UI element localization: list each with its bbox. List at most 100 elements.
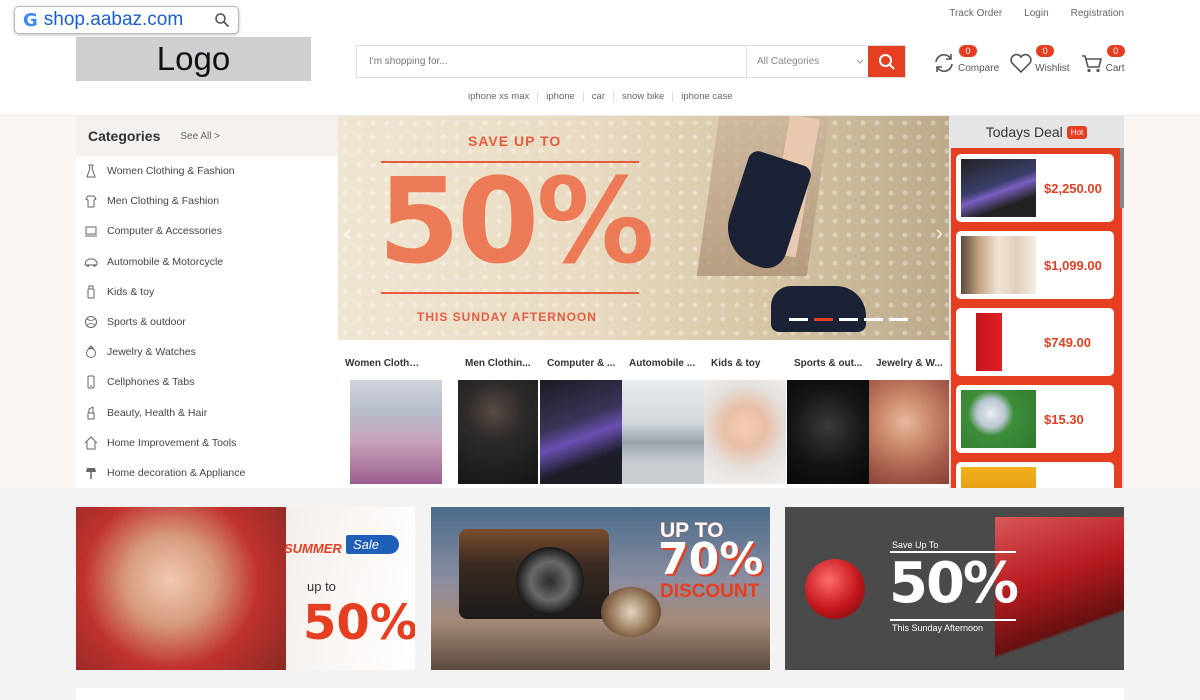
see-all-link[interactable]: See All > [180, 131, 220, 142]
registration-link[interactable]: Registration [1071, 8, 1124, 19]
category-item-computer[interactable]: Computer & Accessories [76, 216, 338, 246]
promo-50-sunday[interactable]: Save Up To 50% This Sunday Afternoon [785, 507, 1124, 670]
login-link[interactable]: Login [1024, 8, 1048, 19]
thumb-kids[interactable]: Kids & toy [704, 340, 786, 484]
thumb-image [869, 380, 949, 484]
promo-save-text: Save Up To [892, 540, 939, 550]
car-icon [84, 258, 98, 267]
category-item-jewelry[interactable]: Jewelry & Watches [76, 337, 338, 367]
deal-card[interactable]: $15.30 [956, 385, 1114, 453]
slide-dot-active[interactable] [814, 318, 833, 321]
deal-card[interactable]: $2,250.00 [956, 154, 1114, 222]
category-item-home-decoration[interactable]: Home decoration & Appliance [76, 458, 338, 488]
compare-count-badge: 0 [959, 45, 977, 57]
promo-summer-text: SUMMER [284, 541, 342, 556]
deal-card[interactable]: $749.00 [956, 308, 1114, 376]
deal-card[interactable]: $1,099.00 [956, 231, 1114, 299]
wishlist-count-badge: 0 [1036, 45, 1055, 57]
deal-price: $749.00 [1044, 334, 1091, 350]
category-label: Beauty, Health & Hair [107, 406, 208, 419]
deal-card[interactable] [956, 462, 1114, 488]
banner-next-arrow[interactable]: › [936, 220, 943, 246]
shirt-icon [85, 195, 97, 208]
search-input[interactable] [357, 46, 746, 77]
category-label: Men Clothing & Fashion [107, 195, 220, 208]
category-item-home-improvement[interactable]: Home Improvement & Tools [76, 428, 338, 458]
url-bar[interactable]: G shop.aabaz.com [14, 6, 239, 34]
search-icon[interactable] [214, 12, 230, 28]
thumb-caption: Automobile ... [629, 358, 696, 369]
thumb-jewelry[interactable]: Jewelry & W... [869, 340, 949, 484]
quick-search-link[interactable]: iphone case [672, 91, 740, 102]
thumb-computer[interactable]: Computer & ... [540, 340, 622, 484]
cart-button[interactable]: Cart 0 [1080, 45, 1125, 74]
search-button[interactable] [868, 46, 905, 77]
quick-search-link[interactable]: iphone [537, 91, 583, 102]
thumb-sports[interactable]: Sports & out... [787, 340, 869, 484]
thumb-women[interactable]: Women Clothing & F... [338, 340, 442, 484]
thumb-men[interactable]: Men Clothin... [458, 340, 540, 484]
category-item-men[interactable]: Men Clothing & Fashion [76, 186, 338, 216]
product-image [961, 390, 1036, 448]
lipstick-icon [87, 405, 95, 420]
thumb-image [622, 380, 704, 484]
hero-banner[interactable]: SAVE UP TO 50% THIS SUNDAY AFTERNOON ‹ › [338, 116, 949, 340]
category-item-beauty[interactable]: Beauty, Health & Hair [76, 398, 338, 428]
cart-label: Cart [1105, 63, 1125, 74]
category-select[interactable]: All Categories [746, 46, 868, 77]
quick-searches: iphone xs max iphone car snow bike iphon… [468, 91, 740, 102]
header-actions: Compare 0 Wishlist 0 Cart 0 [932, 45, 1125, 74]
category-thumbnails: Women Clothing & F... Men Clothin... Com… [338, 340, 949, 488]
quick-search-link[interactable]: car [582, 91, 613, 102]
category-label: Computer & Accessories [107, 225, 222, 238]
thumb-automobile[interactable]: Automobile ... [622, 340, 704, 484]
banner-prev-arrow[interactable]: ‹ [344, 220, 351, 246]
quick-search-link[interactable]: iphone xs max [468, 91, 537, 102]
deal-list: $2,250.00 $1,099.00 $749.00 $15.30 [951, 148, 1122, 488]
ball-icon [85, 316, 97, 329]
promo-upto-text: up to [307, 579, 336, 594]
categories-header: Categories See All > [76, 116, 338, 156]
category-label: Jewelry & Watches [107, 346, 196, 359]
category-item-cellphones[interactable]: Cellphones & Tabs [76, 367, 338, 397]
banner-pagination [789, 318, 908, 321]
slide-dot[interactable] [789, 318, 808, 321]
slide-dot[interactable] [889, 318, 908, 321]
product-image [961, 313, 1036, 371]
thumb-caption: Women Clothing & F... [345, 358, 420, 369]
house-icon [84, 436, 98, 450]
deal-scrollbar[interactable] [1120, 148, 1124, 208]
slide-dot[interactable] [839, 318, 858, 321]
cart-count-badge: 0 [1106, 45, 1125, 57]
slide-dot[interactable] [864, 318, 883, 321]
promo-percent: 50% [889, 551, 1019, 616]
deal-price: $15.30 [1044, 411, 1084, 427]
promo-divider [890, 619, 1016, 621]
compare-button[interactable]: Compare 0 [932, 45, 999, 74]
wishlist-button[interactable]: Wishlist 0 [1009, 45, 1070, 74]
hot-badge: Hot [1066, 125, 1088, 139]
search-bar: All Categories [356, 45, 906, 78]
category-item-women[interactable]: Women Clothing & Fashion [76, 156, 338, 186]
boot-image [771, 286, 866, 332]
thumb-image [350, 380, 442, 484]
quick-search-link[interactable]: snow bike [613, 91, 672, 102]
category-item-kids[interactable]: Kids & toy [76, 277, 338, 307]
promo-discount-text: DISCOUNT [660, 581, 760, 602]
category-item-automobile[interactable]: Automobile & Motorcycle [76, 247, 338, 277]
next-section-strip [76, 688, 1124, 700]
promo-70-discount[interactable]: UP TO 70% DISCOUNT [431, 507, 770, 670]
categories-sidebar: Categories See All > Women Clothing & Fa… [76, 116, 338, 488]
top-links: Track Order Login Registration [949, 8, 1124, 19]
category-label: Home decoration & Appliance [107, 466, 246, 479]
track-order-link[interactable]: Track Order [949, 8, 1002, 19]
category-label: Automobile & Motorcycle [107, 255, 224, 268]
category-item-sports[interactable]: Sports & outdoor [76, 307, 338, 337]
deal-price: $2,250.00 [1044, 180, 1102, 196]
thumb-caption: Jewelry & W... [876, 358, 943, 369]
banner-percent: 50% [378, 152, 654, 290]
thumb-caption: Computer & ... [547, 358, 616, 369]
logo[interactable]: Logo [76, 37, 311, 81]
promo-summer-sale[interactable]: SUMMER Sale up to 50% [76, 507, 415, 670]
promo-subtitle: This Sunday Afternoon [892, 623, 984, 633]
